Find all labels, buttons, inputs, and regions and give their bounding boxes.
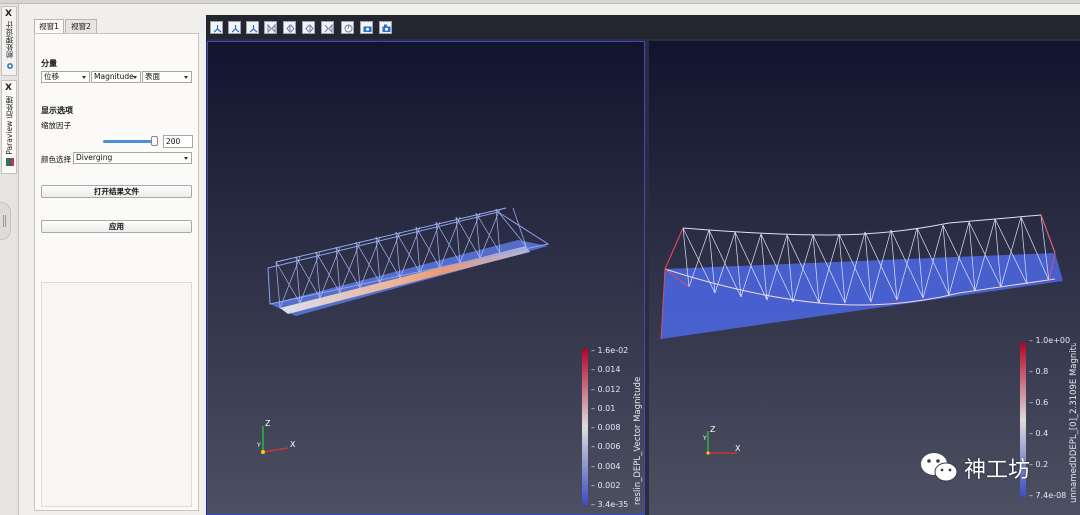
colorbar-left xyxy=(582,349,588,505)
render-viewer: Z Y X – 1.6e-02 – 0.014 – 0.012 – 0.01 – 0.0… xyxy=(206,15,1080,515)
scale-factor-slider-handle[interactable] xyxy=(151,136,158,146)
color-scheme-label: 颜色选择 xyxy=(41,155,71,164)
view-neg-x-icon[interactable] xyxy=(264,21,277,34)
component-select-value: Magnitude xyxy=(94,72,134,81)
reset-axis-x-icon[interactable] xyxy=(210,21,223,34)
left-tick-label: – 0.006 xyxy=(591,442,621,452)
axis-y-label: Y xyxy=(257,442,261,449)
right-tick-label: – 0.8 xyxy=(1029,367,1049,376)
display-section-title: 显示选项 xyxy=(41,106,73,115)
colorbar-left-title: reslin_DEPL_Vector Magnitude xyxy=(633,376,643,505)
chevron-down-icon xyxy=(133,76,137,79)
close-icon[interactable]: X xyxy=(5,10,12,19)
component-section-title: 分量 xyxy=(41,59,57,68)
reset-axis-y-icon[interactable] xyxy=(228,21,241,34)
render-view-left[interactable]: Z Y X – 1.6e-02 – 0.014 – 0.012 – 0.01 – 0.0… xyxy=(207,41,645,515)
watermark: 神工坊 xyxy=(918,448,1078,488)
left-tick-label: – 3.4e-35 xyxy=(591,500,629,509)
side-tab-preprocess-label: 前处理设计 xyxy=(5,21,14,59)
open-result-file-button[interactable]: 打开结果文件 xyxy=(41,185,192,198)
chevron-down-icon xyxy=(184,76,188,79)
info-area xyxy=(41,282,192,507)
scale-factor-input[interactable]: 200 xyxy=(163,135,193,148)
axis-z-label: Z xyxy=(710,425,716,434)
truss-render-left xyxy=(208,42,644,514)
axis-z-label: Z xyxy=(265,419,271,428)
representation-select[interactable]: 表面 xyxy=(142,71,192,83)
right-tick-label: – 7.4e-08 xyxy=(1029,491,1067,500)
axis-x-label: X xyxy=(290,440,296,449)
camera-toolbar xyxy=(206,15,1080,39)
camera-settings-icon[interactable] xyxy=(379,21,392,34)
side-tab-preprocess[interactable]: X 前处理设计 xyxy=(1,6,17,76)
settings-panel: 分量 位移 Magnitude 表面 显示选项 缩放因子 200 颜色选择 Di… xyxy=(34,33,199,511)
representation-select-value: 表面 xyxy=(145,72,160,81)
right-tick-label: – 1.0e+00 xyxy=(1029,336,1071,345)
truss-render-right xyxy=(649,41,1080,515)
view-pos-x-icon[interactable] xyxy=(283,21,296,34)
right-tick-label: – 0.4 xyxy=(1029,429,1049,438)
chevron-down-icon xyxy=(82,76,86,79)
left-tick-label: – 0.008 xyxy=(591,423,621,432)
side-tab-strip: X 前处理设计 X Paraview 后处理 xyxy=(0,4,19,515)
side-tab-paraview[interactable]: X Paraview 后处理 xyxy=(1,80,17,174)
watermark-text: 神工坊 xyxy=(964,458,1031,483)
color-scheme-value: Diverging xyxy=(76,153,113,162)
rotate-icon[interactable] xyxy=(341,21,354,34)
side-tab-paraview-label: Paraview 后处理 xyxy=(5,96,14,155)
left-tick-label: – 0.004 xyxy=(591,461,621,471)
scale-factor-label: 缩放因子 xyxy=(41,121,71,130)
render-view-right[interactable]: Z Y X – 1.0e+00– 0.8– 0.6– 0.4– 0.2– 7.4… xyxy=(649,41,1080,515)
color-scheme-select[interactable]: Diverging xyxy=(73,152,192,164)
scale-factor-slider[interactable] xyxy=(103,140,158,143)
left-tick-label: – 0.01 xyxy=(591,403,616,413)
panel-collapse-handle[interactable] xyxy=(0,202,11,240)
paraview-icon xyxy=(6,158,14,166)
window-top-border xyxy=(0,0,1080,4)
left-tick-label: – 0.014 xyxy=(591,365,621,375)
left-tick-label: – 1.6e-02 xyxy=(591,346,629,355)
tab-view1[interactable]: 视窗1 xyxy=(34,19,64,34)
wechat-icon xyxy=(921,453,958,482)
axis-y-label: Y xyxy=(703,435,707,442)
gear-icon xyxy=(7,63,13,69)
control-panel-area: 视窗1 视窗2 分量 位移 Magnitude 表面 显示选项 缩放因子 200… xyxy=(24,17,204,511)
component-select[interactable]: Magnitude xyxy=(91,71,141,83)
right-tick-label: – 0.6 xyxy=(1029,398,1049,407)
axis-x-label: X xyxy=(735,444,741,453)
camera-icon[interactable] xyxy=(360,21,373,34)
left-tick-label: – 0.002 xyxy=(591,480,621,490)
reset-axis-z-icon[interactable] xyxy=(246,21,259,34)
view-pos-y-icon[interactable] xyxy=(321,21,334,34)
field-select-value: 位移 xyxy=(44,72,59,81)
chevron-down-icon xyxy=(184,157,188,160)
tab-view2[interactable]: 视窗2 xyxy=(65,19,97,33)
apply-button[interactable]: 应用 xyxy=(41,220,192,233)
close-icon[interactable]: X xyxy=(5,84,12,93)
view-neg-y-icon[interactable] xyxy=(302,21,315,34)
left-tick-label: – 0.012 xyxy=(591,384,621,394)
field-select[interactable]: 位移 xyxy=(41,71,90,83)
